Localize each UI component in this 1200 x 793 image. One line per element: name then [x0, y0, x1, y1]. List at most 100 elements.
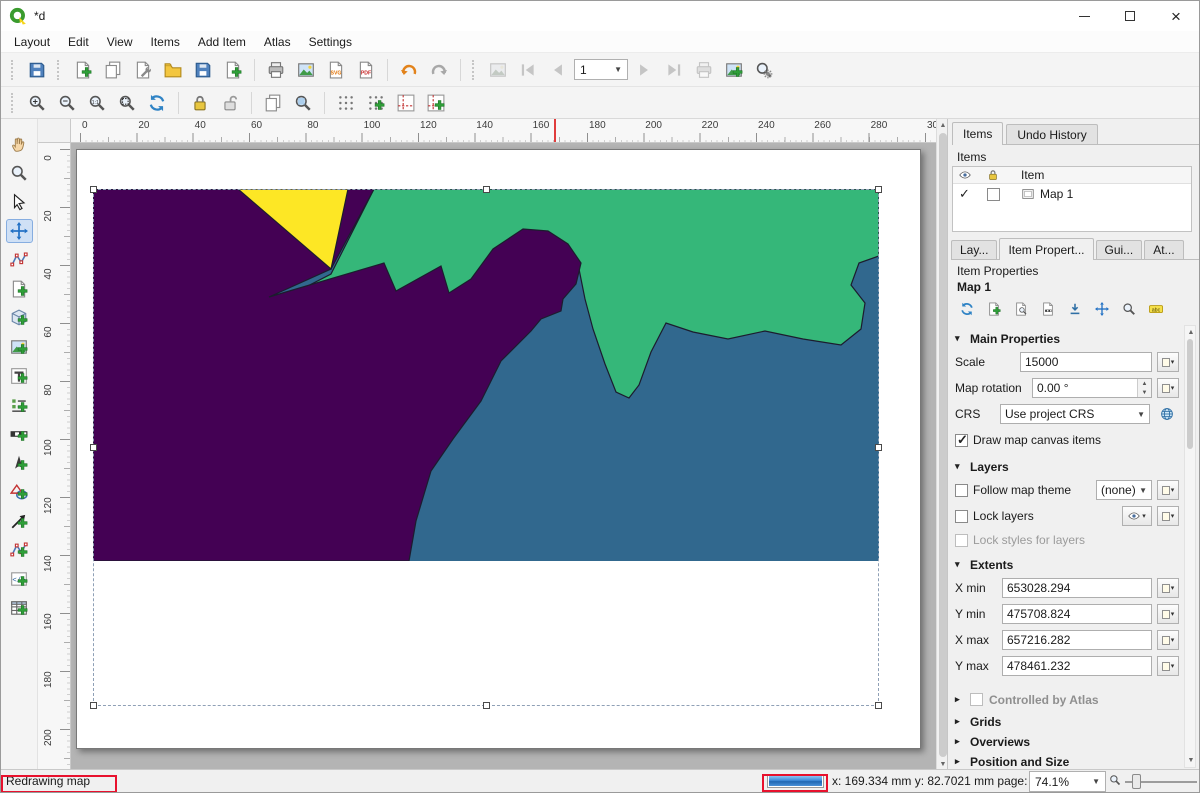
- map-theme-combo[interactable]: (none) ▼: [1096, 480, 1152, 500]
- lock-layers-checkbox[interactable]: [955, 510, 968, 523]
- add-pages-button[interactable]: [219, 56, 247, 83]
- lock-layers-override-button[interactable]: ▾: [1157, 506, 1179, 526]
- menu-edit[interactable]: Edit: [59, 33, 98, 51]
- preview-atlas-button[interactable]: [484, 56, 512, 83]
- scrollbar-thumb[interactable]: [939, 133, 947, 757]
- view-extent-in-canvas-button[interactable]: [1008, 297, 1033, 320]
- atlas-next-feature-button[interactable]: [630, 56, 658, 83]
- menu-view[interactable]: View: [98, 33, 142, 51]
- maximize-button[interactable]: [1107, 1, 1153, 31]
- zoom-tool-button[interactable]: [6, 161, 33, 185]
- lock-styles-checkbox[interactable]: [955, 534, 968, 547]
- atlas-feature-combo[interactable]: 1 ▼: [574, 59, 628, 80]
- y-min-input[interactable]: 475708.824: [1002, 604, 1152, 624]
- undo-button[interactable]: [395, 56, 423, 83]
- toolbar-grip[interactable]: [11, 60, 17, 80]
- select-crs-button[interactable]: [1155, 404, 1179, 424]
- raise-items-button[interactable]: [259, 89, 287, 116]
- zoom-to-item-button[interactable]: [1116, 297, 1141, 320]
- pan-tool-button[interactable]: [6, 132, 33, 156]
- load-template-button[interactable]: [159, 56, 187, 83]
- add-north-arrow-button[interactable]: [6, 451, 33, 475]
- atlas-previous-feature-button[interactable]: [544, 56, 572, 83]
- y-max-override-button[interactable]: ▾: [1157, 656, 1179, 676]
- spin-buttons[interactable]: ▲▼: [1137, 379, 1151, 397]
- add-label-button[interactable]: [6, 364, 33, 388]
- tab-layout[interactable]: Lay...: [951, 240, 997, 259]
- atlas-first-feature-button[interactable]: [514, 56, 542, 83]
- section-layers[interactable]: ▾ Layers: [955, 456, 1179, 477]
- lock-layers-menu-button[interactable]: ▾: [1122, 506, 1152, 526]
- export-pdf-button[interactable]: PDF: [352, 56, 380, 83]
- unlock-all-items-button[interactable]: [216, 89, 244, 116]
- x-min-input[interactable]: 653028.294: [1002, 578, 1152, 598]
- show-guides-button[interactable]: [392, 89, 420, 116]
- snap-to-guides-button[interactable]: [422, 89, 450, 116]
- y-max-input[interactable]: 478461.232: [1002, 656, 1152, 676]
- zoom-full-button[interactable]: [113, 89, 141, 116]
- panel-vertical-scrollbar[interactable]: ▲ ▼: [1184, 325, 1196, 768]
- selection-handle[interactable]: [483, 186, 490, 193]
- menu-add-item[interactable]: Add Item: [189, 33, 255, 51]
- toolbar-grip[interactable]: [11, 93, 17, 113]
- draw-map-canvas-items-checkbox[interactable]: [955, 434, 968, 447]
- lock-selected-items-button[interactable]: [186, 89, 214, 116]
- redo-button[interactable]: [425, 56, 453, 83]
- visibility-checkmark[interactable]: ✓: [959, 186, 970, 202]
- save-as-template-button[interactable]: [189, 56, 217, 83]
- show-grid-button[interactable]: [332, 89, 360, 116]
- x-max-input[interactable]: 657216.282: [1002, 630, 1152, 650]
- section-position-and-size[interactable]: ▸ Position and Size: [955, 753, 1179, 770]
- zoom-level-combo[interactable]: 74.1% ▼: [1029, 771, 1106, 792]
- layout-manager-button[interactable]: [129, 56, 157, 83]
- zoom-in-button[interactable]: +: [23, 89, 51, 116]
- follow-map-theme-checkbox[interactable]: [955, 484, 968, 497]
- atlas-settings-button[interactable]: [750, 56, 778, 83]
- spin-down-icon[interactable]: ▼: [1138, 388, 1151, 397]
- new-layout-button[interactable]: [69, 56, 97, 83]
- snap-to-grid-button[interactable]: [362, 89, 390, 116]
- section-grids[interactable]: ▸ Grids: [955, 713, 1179, 730]
- selection-handle[interactable]: [875, 444, 882, 451]
- refresh-view-button[interactable]: [143, 89, 171, 116]
- group-items-button[interactable]: [289, 89, 317, 116]
- tab-atlas[interactable]: At...: [1144, 240, 1183, 259]
- edit-nodes-item-tool-button[interactable]: [6, 248, 33, 272]
- section-extents[interactable]: ▾ Extents: [955, 554, 1179, 575]
- toolbar-grip[interactable]: [472, 60, 478, 80]
- select-move-item-tool-button[interactable]: [6, 190, 33, 214]
- selection-handle[interactable]: [875, 186, 882, 193]
- move-item-content-tool-button[interactable]: [6, 219, 33, 243]
- tab-guides[interactable]: Gui...: [1096, 240, 1143, 259]
- add-scalebar-button[interactable]: [6, 422, 33, 446]
- section-overviews[interactable]: ▸ Overviews: [955, 733, 1179, 750]
- y-min-override-button[interactable]: ▾: [1157, 604, 1179, 624]
- add-html-button[interactable]: [6, 567, 33, 591]
- x-max-override-button[interactable]: ▾: [1157, 630, 1179, 650]
- spin-up-icon[interactable]: ▲: [1138, 379, 1151, 388]
- controlled-by-atlas-checkbox[interactable]: [970, 693, 983, 706]
- theme-override-button[interactable]: ▾: [1157, 480, 1179, 500]
- menu-items[interactable]: Items: [142, 33, 189, 51]
- selection-handle[interactable]: [90, 702, 97, 709]
- export-svg-button[interactable]: SVG: [322, 56, 350, 83]
- scale-override-button[interactable]: ▾: [1157, 352, 1179, 372]
- add-attribute-table-button[interactable]: [6, 596, 33, 620]
- labeling-settings-button[interactable]: abc: [1143, 297, 1168, 320]
- print-atlas-button[interactable]: [690, 56, 718, 83]
- set-scale-to-canvas-button[interactable]: [1035, 297, 1060, 320]
- scroll-down-icon[interactable]: ▼: [1185, 754, 1197, 767]
- map-rotation-spinbox[interactable]: 0.00 ° ▲▼: [1032, 378, 1152, 398]
- add-legend-button[interactable]: [6, 393, 33, 417]
- selection-handle[interactable]: [483, 702, 490, 709]
- tab-items[interactable]: Items: [952, 122, 1003, 145]
- add-picture-button[interactable]: [6, 335, 33, 359]
- section-main-properties[interactable]: ▾ Main Properties: [955, 328, 1179, 349]
- interactive-edit-button[interactable]: [1089, 297, 1114, 320]
- duplicate-layout-button[interactable]: [99, 56, 127, 83]
- crs-combo[interactable]: Use project CRS ▼: [1000, 404, 1150, 424]
- scale-input[interactable]: 15000: [1020, 352, 1152, 372]
- selection-handle[interactable]: [875, 702, 882, 709]
- close-button[interactable]: ×: [1153, 1, 1199, 31]
- add-3d-map-button[interactable]: [6, 306, 33, 330]
